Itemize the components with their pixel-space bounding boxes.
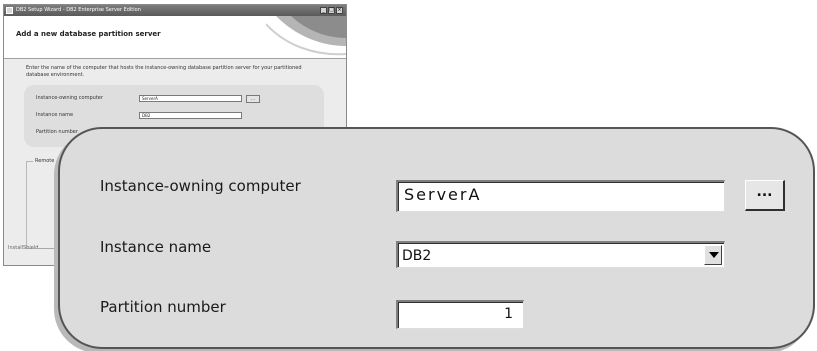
- dropdown-button[interactable]: [704, 245, 722, 265]
- thumbnail-instance-owning-label: Instance-owning computer: [36, 95, 103, 101]
- close-icon[interactable]: ×: [336, 7, 343, 14]
- partition-number-label: Partition number: [100, 298, 226, 316]
- thumbnail-browse-button[interactable]: ...: [246, 95, 260, 103]
- thumbnail-instance-owning-input[interactable]: ServerA: [139, 95, 242, 102]
- thumbnail-page-heading: Add a new database partition server: [16, 30, 161, 38]
- thumbnail-instance-name-label: Instance name: [36, 112, 74, 118]
- minimize-icon[interactable]: _: [320, 7, 327, 14]
- thumbnail-description: Enter the name of the computer that host…: [26, 65, 302, 78]
- thumbnail-titlebar: DB2 Setup Wizard - DB2 Enterprise Server…: [4, 5, 346, 16]
- instance-owning-computer-input[interactable]: ServerA: [396, 180, 725, 212]
- partition-number-input[interactable]: 1: [396, 300, 524, 329]
- thumbnail-window-title: DB2 Setup Wizard - DB2 Enterprise Server…: [16, 7, 141, 13]
- instance-owning-computer-label: Instance-owning computer: [100, 177, 301, 195]
- magnified-callout: Instance-owning computer ServerA ... Ins…: [58, 127, 815, 349]
- maximize-icon[interactable]: □: [328, 7, 335, 14]
- thumbnail-instance-name-select[interactable]: DB2: [139, 112, 242, 119]
- thumbnail-group-label: Remote: [33, 158, 57, 164]
- chevron-down-icon: [709, 252, 719, 258]
- thumbnail-partition-number-label: Partition number: [36, 129, 78, 135]
- wizard-header: Add a new database partition server: [4, 16, 346, 59]
- instance-name-select[interactable]: DB2: [396, 241, 725, 268]
- app-icon: [6, 7, 13, 14]
- header-swoosh-graphic: [266, 16, 346, 56]
- instance-name-label: Instance name: [100, 238, 212, 256]
- window-controls: _ □ ×: [320, 7, 343, 14]
- instance-name-value: DB2: [402, 248, 432, 264]
- browse-button[interactable]: ...: [745, 180, 785, 211]
